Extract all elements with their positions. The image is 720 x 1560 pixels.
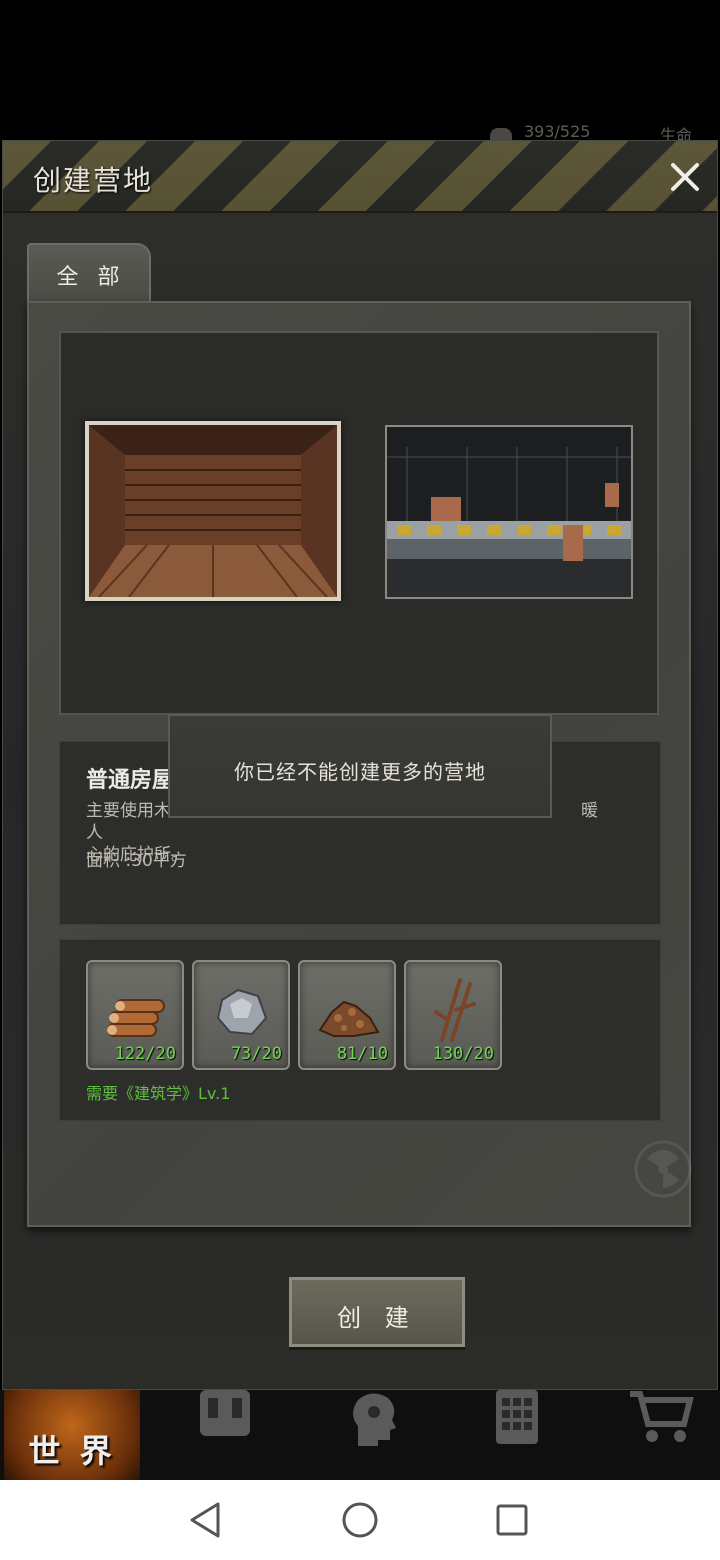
wood-logs-icon (107, 999, 165, 1037)
toast-message: 你已经不能创建更多的营地 (234, 760, 486, 784)
resource-count: 81/10 (336, 1044, 388, 1064)
backpack-icon (200, 1390, 250, 1436)
status-strip: 393/525 生命 (0, 0, 720, 145)
create-button-label: 创 建 (337, 1304, 417, 1332)
resource-slot-wood[interactable]: 122/20 (86, 960, 184, 1070)
soil-icon (318, 1000, 380, 1037)
recents-square-icon (496, 1504, 528, 1536)
camp-options (59, 331, 659, 715)
dialog-title: 创建营地 (33, 164, 154, 197)
nav-crafting-tab[interactable] (442, 1390, 582, 1480)
home-button[interactable] (338, 1498, 382, 1542)
cart-icon (630, 1391, 694, 1442)
game-bottom-nav: 世 界 (0, 1390, 720, 1480)
close-button[interactable] (663, 155, 707, 199)
nav-world-tab[interactable]: 世 界 (4, 1390, 140, 1480)
camp-name: 普通房屋 (86, 768, 175, 793)
back-button[interactable] (184, 1498, 228, 1542)
radiation-icon (634, 1140, 692, 1198)
resource-slot-soil[interactable]: 81/10 (298, 960, 396, 1070)
camp-option-wooden-room[interactable] (85, 421, 341, 601)
stone-icon (216, 988, 268, 1036)
resource-slot-stone[interactable]: 73/20 (192, 960, 290, 1070)
nav-backpack-tab[interactable] (150, 1390, 290, 1480)
camp-area: 面积 :30平方 (86, 851, 187, 871)
hp-text: 393/525 (524, 122, 591, 141)
create-button[interactable]: 创 建 (289, 1277, 465, 1347)
system-navigation-bar (0, 1480, 720, 1560)
head-gear-icon (353, 1393, 396, 1446)
nav-world-label: 世 界 (28, 1432, 116, 1470)
tab-all-label: 全 部 (56, 265, 126, 290)
back-triangle-icon (190, 1502, 220, 1538)
recents-button[interactable] (490, 1498, 534, 1542)
tab-all[interactable]: 全 部 (27, 243, 151, 303)
wooden-room-image (89, 425, 337, 597)
close-x-icon (671, 163, 699, 191)
keypad-icon (496, 1390, 538, 1444)
description-line1-start: 主要使用木 (86, 801, 171, 821)
camp-option-fenced-yard[interactable] (385, 425, 633, 599)
toast-message-box: 你已经不能创建更多的营地 (168, 714, 552, 818)
resource-slot-branches[interactable]: 130/20 (404, 960, 502, 1070)
fenced-yard-image (387, 427, 631, 597)
branches-icon (434, 978, 476, 1042)
resource-count: 73/20 (230, 1044, 282, 1064)
resource-count: 130/20 (432, 1044, 494, 1064)
home-circle-icon (342, 1502, 378, 1538)
resource-count: 122/20 (114, 1044, 176, 1064)
requirements-panel: 122/20 73/20 81/10 130/20 需要《建筑学》Lv.1 (59, 939, 661, 1121)
dialog-header: 创建营地 (3, 141, 717, 213)
skill-requirement: 需要《建筑学》Lv.1 (86, 1084, 231, 1103)
nav-shop-tab[interactable] (586, 1390, 720, 1480)
nav-character-tab[interactable] (298, 1390, 438, 1480)
